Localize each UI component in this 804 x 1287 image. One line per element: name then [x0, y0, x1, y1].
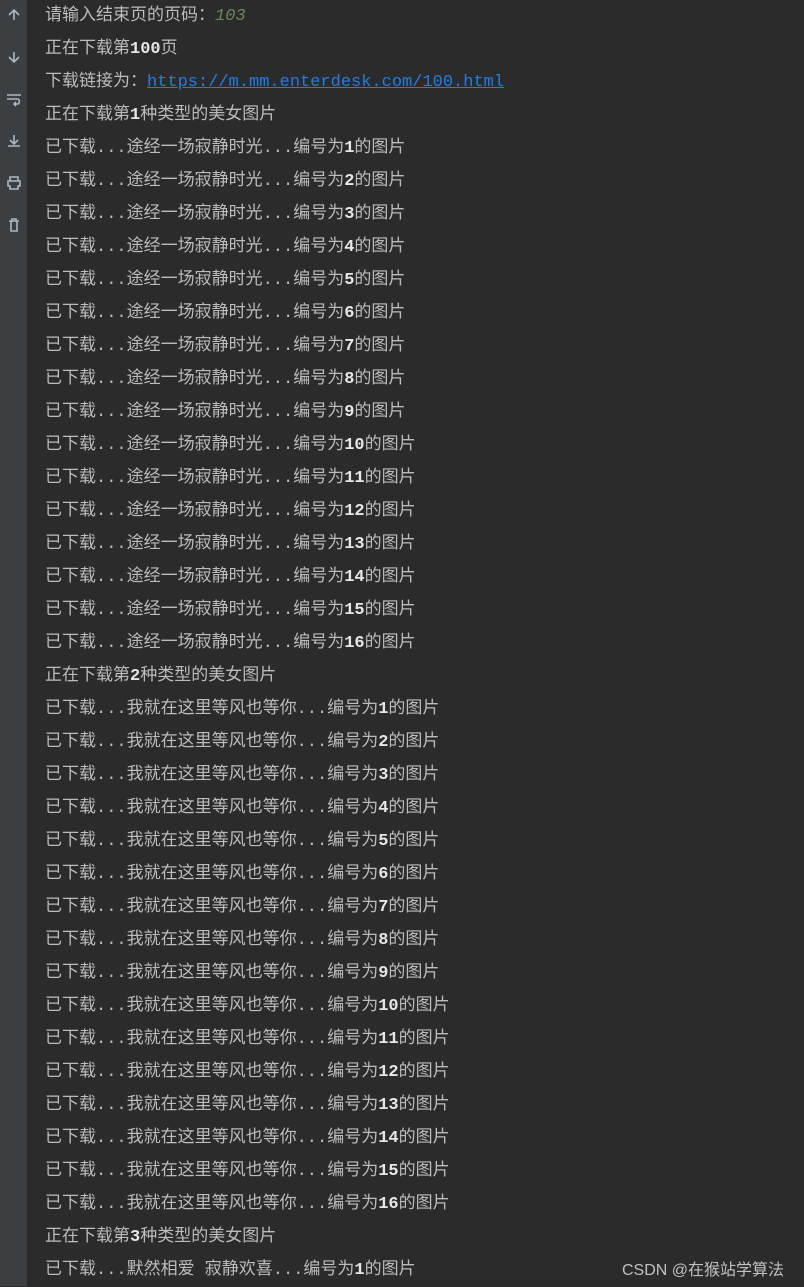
download-item-line: 已下载...我就在这里等风也等你...编号为9的图片 [45, 957, 804, 990]
download-item-line: 已下载...途经一场寂静时光...编号为4的图片 [45, 231, 804, 264]
download-item-line: 已下载...我就在这里等风也等你...编号为7的图片 [45, 891, 804, 924]
download-item-line: 已下载...途经一场寂静时光...编号为3的图片 [45, 198, 804, 231]
download-item-line: 已下载...我就在这里等风也等你...编号为15的图片 [45, 1155, 804, 1188]
download-item-line: 已下载...途经一场寂静时光...编号为13的图片 [45, 528, 804, 561]
input-prompt-line: 请输入结束页的页码：103 [45, 0, 804, 33]
console-output[interactable]: 请输入结束页的页码：103正在下载第100页下载链接为：https://m.mm… [27, 0, 804, 1286]
status-page-line: 正在下载第100页 [45, 33, 804, 66]
console-sidebar [0, 0, 27, 1286]
download-item-line: 已下载...我就在这里等风也等你...编号为8的图片 [45, 924, 804, 957]
download-item-line: 已下载...我就在这里等风也等你...编号为4的图片 [45, 792, 804, 825]
download-item-line: 已下载...我就在这里等风也等你...编号为14的图片 [45, 1122, 804, 1155]
download-link-line: 下载链接为：https://m.mm.enterdesk.com/100.htm… [45, 66, 804, 99]
download-item-line: 已下载...途经一场寂静时光...编号为8的图片 [45, 363, 804, 396]
type-heading-line: 正在下载第1种类型的美女图片 [45, 99, 804, 132]
type-heading-line: 正在下载第3种类型的美女图片 [45, 1221, 804, 1254]
download-item-line: 已下载...途经一场寂静时光...编号为10的图片 [45, 429, 804, 462]
download-item-line: 已下载...我就在这里等风也等你...编号为12的图片 [45, 1056, 804, 1089]
arrow-down-icon[interactable] [5, 48, 23, 72]
download-item-line: 已下载...我就在这里等风也等你...编号为2的图片 [45, 726, 804, 759]
download-item-line: 已下载...途经一场寂静时光...编号为7的图片 [45, 330, 804, 363]
download-item-line: 已下载...途经一场寂静时光...编号为5的图片 [45, 264, 804, 297]
print-icon[interactable] [5, 174, 23, 198]
delete-icon[interactable] [5, 216, 23, 240]
download-item-line: 已下载...我就在这里等风也等你...编号为3的图片 [45, 759, 804, 792]
arrow-up-icon[interactable] [5, 6, 23, 30]
download-item-line: 已下载...途经一场寂静时光...编号为9的图片 [45, 396, 804, 429]
download-item-line: 已下载...途经一场寂静时光...编号为6的图片 [45, 297, 804, 330]
download-item-line: 已下载...途经一场寂静时光...编号为11的图片 [45, 462, 804, 495]
download-item-line: 已下载...我就在这里等风也等你...编号为16的图片 [45, 1188, 804, 1221]
download-item-line: 已下载...我就在这里等风也等你...编号为6的图片 [45, 858, 804, 891]
download-item-line: 已下载...我就在这里等风也等你...编号为1的图片 [45, 693, 804, 726]
download-item-line: 已下载...途经一场寂静时光...编号为12的图片 [45, 495, 804, 528]
download-item-line: 已下载...途经一场寂静时光...编号为2的图片 [45, 165, 804, 198]
download-item-line: 已下载...我就在这里等风也等你...编号为13的图片 [45, 1089, 804, 1122]
download-item-line: 已下载...我就在这里等风也等你...编号为11的图片 [45, 1023, 804, 1056]
type-heading-line: 正在下载第2种类型的美女图片 [45, 660, 804, 693]
watermark: CSDN @在猴站学算法 [622, 1256, 784, 1280]
download-link[interactable]: https://m.mm.enterdesk.com/100.html [147, 73, 504, 92]
download-icon[interactable] [5, 132, 23, 156]
download-item-line: 已下载...途经一场寂静时光...编号为14的图片 [45, 561, 804, 594]
download-item-line: 已下载...我就在这里等风也等你...编号为10的图片 [45, 990, 804, 1023]
wrap-icon[interactable] [5, 90, 23, 114]
download-item-line: 已下载...途经一场寂静时光...编号为15的图片 [45, 594, 804, 627]
download-item-line: 已下载...途经一场寂静时光...编号为16的图片 [45, 627, 804, 660]
download-item-line: 已下载...途经一场寂静时光...编号为1的图片 [45, 132, 804, 165]
download-item-line: 已下载...我就在这里等风也等你...编号为5的图片 [45, 825, 804, 858]
